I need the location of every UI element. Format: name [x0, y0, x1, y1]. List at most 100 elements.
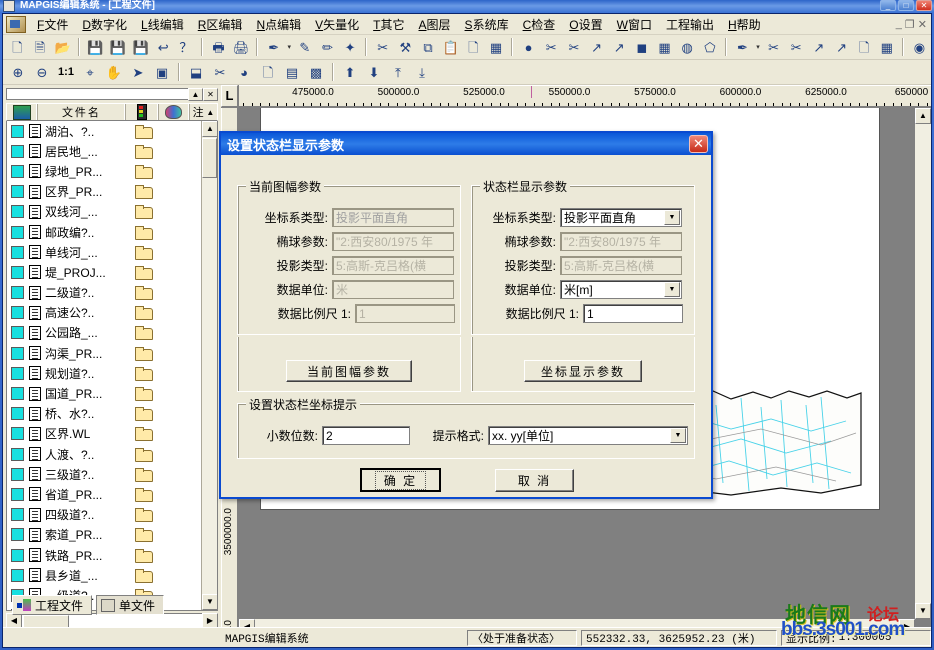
folder-icon[interactable] — [135, 326, 153, 341]
file-list-scroll-right[interactable]: ▶ — [202, 612, 218, 628]
menu-item-数字化[interactable]: D数字化 — [75, 14, 134, 35]
select-arrow-icon[interactable]: ➤ — [127, 62, 149, 83]
header-traffic-light-icon[interactable] — [126, 104, 159, 120]
table-row[interactable]: 湖泊、?.. — [7, 121, 217, 141]
layer-visible-checkbox[interactable] — [11, 427, 24, 441]
table-row[interactable]: 双线河_... — [7, 202, 217, 222]
table-row[interactable]: 四级道?.. — [7, 505, 217, 525]
point-new-icon[interactable]: 🗋 — [463, 37, 484, 58]
folder-icon[interactable] — [135, 467, 153, 482]
save-icon[interactable]: 💾 — [85, 37, 106, 58]
region-color-icon[interactable]: ◼ — [632, 37, 653, 58]
table-row[interactable]: 区界_PR... — [7, 182, 217, 202]
layer-visible-checkbox[interactable] — [11, 407, 24, 421]
cut-point-icon[interactable]: ✂ — [372, 37, 393, 58]
mdi-minimize-button[interactable]: _ — [896, 18, 902, 31]
menu-item-设置[interactable]: O设置 — [562, 14, 609, 35]
paste-icon[interactable]: 📋 — [440, 37, 461, 58]
menu-item-线编辑[interactable]: L线编辑 — [134, 14, 191, 35]
file-list-hscroll-thumb[interactable] — [23, 614, 69, 628]
layer-visible-checkbox[interactable] — [11, 366, 24, 380]
table-row[interactable]: 邮政编?.. — [7, 222, 217, 242]
menu-item-其它[interactable]: T其它 — [366, 14, 411, 35]
zoom-actual-icon[interactable]: 1:1 — [55, 62, 77, 83]
table-row[interactable]: 桥、水?.. — [7, 404, 217, 424]
layer-visible-checkbox[interactable] — [11, 225, 24, 239]
zoom-in-icon[interactable]: ⊕ — [7, 62, 29, 83]
menu-item-检查[interactable]: C检查 — [516, 14, 563, 35]
region-shape-icon[interactable]: ⬠ — [700, 37, 721, 58]
layer-visible-checkbox[interactable] — [11, 548, 24, 562]
move-down-icon[interactable]: ⬇ — [363, 62, 385, 83]
point-move-icon[interactable]: ✏ — [317, 37, 338, 58]
header-note[interactable]: 注 — [190, 104, 204, 120]
panel-scroll-track[interactable] — [6, 88, 188, 100]
layer-visible-checkbox[interactable] — [11, 387, 24, 401]
table-row[interactable]: 二级道?.. — [7, 283, 217, 303]
layer-visible-checkbox[interactable] — [11, 346, 24, 360]
document-scroll-down[interactable]: ▼ — [915, 603, 931, 619]
layer-visible-checkbox[interactable] — [11, 306, 24, 320]
attribute-table-icon[interactable]: ▤ — [281, 62, 303, 83]
menu-item-图层[interactable]: A图层 — [412, 14, 458, 35]
folder-icon[interactable] — [135, 528, 153, 543]
print-preview-icon[interactable]: 🖶 — [208, 37, 229, 58]
menu-item-文件[interactable]: F文件 — [30, 14, 75, 35]
header-sort-arrow-icon[interactable]: ▲ — [204, 104, 217, 120]
table-row[interactable]: 省道_PR... — [7, 484, 217, 504]
point-align-icon[interactable]: ⚒ — [395, 37, 416, 58]
undo-icon[interactable]: ↩ — [153, 37, 174, 58]
document-scroll-up[interactable]: ▲ — [915, 108, 931, 124]
edit-file-icon[interactable]: 🗋 — [257, 62, 279, 83]
layer-visible-checkbox[interactable] — [11, 144, 24, 158]
tab-单文件[interactable]: 单文件 — [96, 595, 165, 615]
st-unit-combo[interactable]: 米[m] ▼ — [560, 280, 682, 299]
chevron-down-icon[interactable]: ▼ — [664, 210, 680, 225]
folder-icon[interactable] — [135, 265, 153, 280]
layer-visible-checkbox[interactable] — [11, 164, 24, 178]
line-dropdown-icon[interactable]: ▾ — [754, 37, 762, 57]
layer-visible-checkbox[interactable] — [11, 568, 24, 582]
folder-icon[interactable] — [135, 487, 153, 502]
dialog-close-button[interactable]: ✕ — [689, 135, 708, 153]
close-button[interactable]: ✕ — [916, 0, 932, 11]
table-row[interactable]: 索道_PR... — [7, 525, 217, 545]
header-layer-icon[interactable] — [7, 104, 38, 120]
point-select-icon[interactable]: ⬓ — [185, 62, 207, 83]
table-row[interactable]: 高速公?.. — [7, 303, 217, 323]
move-bottom-icon[interactable]: ⤓ — [411, 62, 433, 83]
table-row[interactable]: 沟渠_PR... — [7, 343, 217, 363]
folder-icon[interactable] — [135, 286, 153, 301]
region-fill-icon[interactable]: ● — [518, 37, 539, 58]
header-filename[interactable]: 文件名 — [38, 104, 127, 120]
maximize-button[interactable]: □ — [898, 0, 914, 11]
document-vscrollbar[interactable]: ▲ ▼ — [915, 108, 931, 619]
folder-icon[interactable] — [135, 306, 153, 321]
layer-visible-checkbox[interactable] — [11, 286, 24, 300]
file-list[interactable]: 湖泊、?.. 居民地_... 绿地_PR... 区界_PR... 双线河_... 邮政编?… — [6, 121, 218, 611]
line-trim-icon[interactable]: ✂ — [786, 37, 807, 58]
line-table-icon[interactable]: ▦ — [877, 37, 898, 58]
point-param-icon[interactable]: ✦ — [340, 37, 361, 58]
chevron-down-icon[interactable]: ▼ — [670, 428, 686, 443]
dropdown-arrow-icon[interactable]: ▾ — [285, 37, 293, 57]
point-table-icon[interactable]: ▦ — [486, 37, 507, 58]
layer-visible-checkbox[interactable] — [11, 487, 24, 501]
region-arrow-icon[interactable]: ↗ — [609, 37, 630, 58]
vector-tool-icon[interactable]: ◉ — [909, 37, 930, 58]
panel-scroll-up-button[interactable]: ▲ — [188, 87, 203, 101]
layer-visible-checkbox[interactable] — [11, 245, 24, 259]
line-connect-icon[interactable]: ↗ — [831, 37, 852, 58]
layer-visible-checkbox[interactable] — [11, 508, 24, 522]
region-pattern-icon[interactable]: ◍ — [677, 37, 698, 58]
table-row[interactable]: 三级道?.. — [7, 464, 217, 484]
layer-visible-checkbox[interactable] — [11, 467, 24, 481]
folder-icon[interactable] — [135, 407, 153, 422]
folder-icon[interactable] — [135, 124, 153, 139]
open-project-icon[interactable]: 🗎 — [30, 37, 51, 58]
line-select-icon[interactable]: ✂ — [209, 62, 231, 83]
folder-icon[interactable] — [135, 245, 153, 260]
table-row[interactable]: 规划道?.. — [7, 363, 217, 383]
folder-icon[interactable] — [135, 427, 153, 442]
folder-icon[interactable] — [135, 185, 153, 200]
